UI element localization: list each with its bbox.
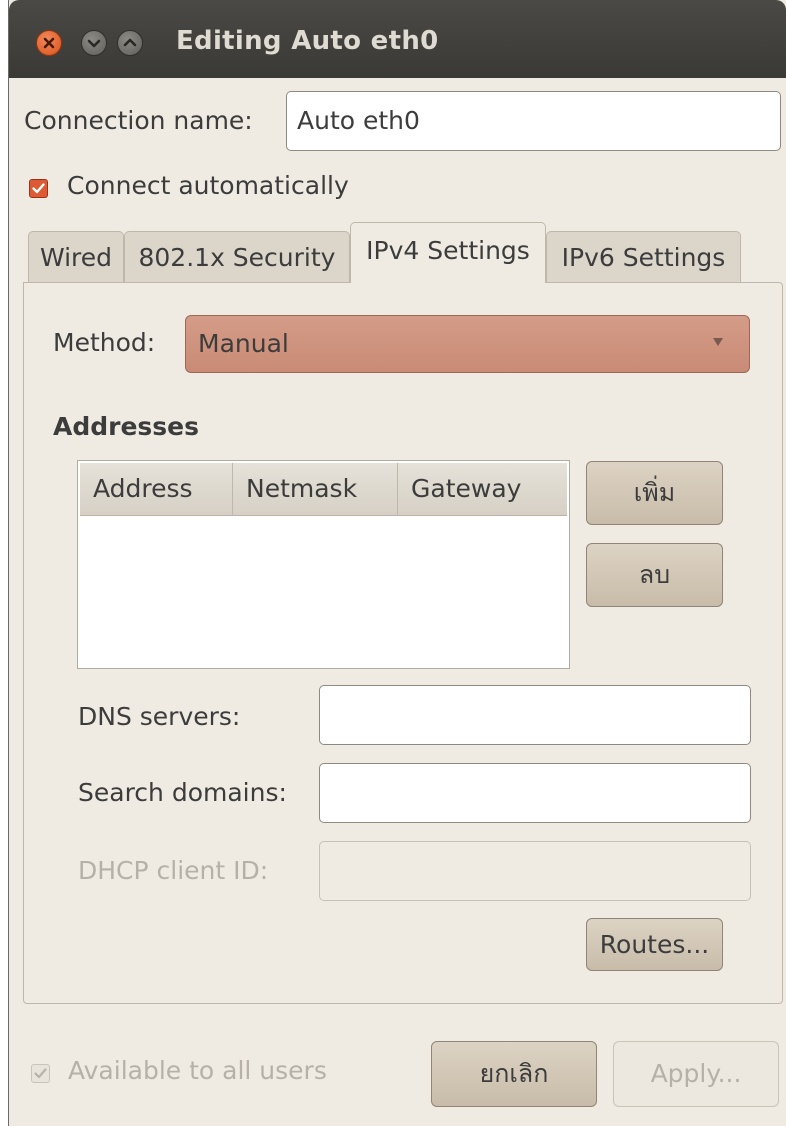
checkmark-icon bbox=[34, 1068, 47, 1079]
tab-ipv6-settings[interactable]: IPv6 Settings bbox=[546, 231, 741, 283]
minimize-window-button[interactable] bbox=[81, 30, 107, 56]
maximize-icon bbox=[123, 38, 137, 47]
tab-ipv4-settings[interactable]: IPv4 Settings bbox=[350, 222, 546, 283]
dns-servers-label: DNS servers: bbox=[78, 702, 241, 731]
connection-name-field[interactable]: Auto eth0 bbox=[286, 91, 781, 151]
method-select[interactable]: Manual bbox=[185, 315, 750, 373]
addresses-table-header: Address Netmask Gateway bbox=[80, 463, 567, 516]
tab-wired[interactable]: Wired bbox=[28, 231, 124, 283]
available-to-all-users-label: Available to all users bbox=[68, 1056, 327, 1085]
minimize-icon bbox=[87, 39, 101, 48]
column-netmask[interactable]: Netmask bbox=[233, 463, 398, 515]
add-address-button[interactable]: เพิ่ม bbox=[586, 461, 723, 525]
dhcp-client-id-field[interactable] bbox=[319, 841, 751, 901]
search-domains-label: Search domains: bbox=[78, 778, 287, 807]
available-to-all-users-check-box[interactable] bbox=[31, 1064, 50, 1083]
search-domains-field[interactable] bbox=[319, 763, 751, 823]
checkmark-icon bbox=[32, 183, 45, 194]
addresses-table[interactable]: Address Netmask Gateway bbox=[77, 460, 570, 669]
maximize-window-button[interactable] bbox=[117, 30, 143, 56]
routes-button[interactable]: Routes... bbox=[586, 918, 723, 971]
apply-button[interactable]: Apply... bbox=[613, 1041, 779, 1107]
window-title: Editing Auto eth0 bbox=[176, 26, 439, 56]
title-bar: Editing Auto eth0 bbox=[9, 0, 786, 78]
edit-connection-dialog: Editing Auto eth0 Connection name: Auto … bbox=[8, 0, 786, 1126]
addresses-heading: Addresses bbox=[53, 412, 200, 441]
connect-automatically-check-box[interactable] bbox=[29, 179, 48, 198]
dns-servers-field[interactable] bbox=[319, 685, 751, 745]
cancel-button[interactable]: ยกเลิก bbox=[431, 1041, 597, 1107]
column-address[interactable]: Address bbox=[80, 463, 233, 515]
close-window-button[interactable] bbox=[36, 30, 62, 56]
close-icon bbox=[43, 37, 55, 49]
connection-name-label: Connection name: bbox=[24, 106, 253, 135]
column-gateway[interactable]: Gateway bbox=[398, 463, 567, 515]
dhcp-client-id-label: DHCP client ID: bbox=[78, 856, 269, 885]
tab-8021x-security[interactable]: 802.1x Security bbox=[124, 231, 350, 283]
method-value: Manual bbox=[198, 329, 289, 358]
method-label: Method: bbox=[53, 328, 156, 357]
delete-address-button[interactable]: ลบ bbox=[586, 543, 723, 607]
connect-automatically-label: Connect automatically bbox=[67, 171, 349, 200]
dropdown-arrow-icon bbox=[713, 338, 723, 346]
